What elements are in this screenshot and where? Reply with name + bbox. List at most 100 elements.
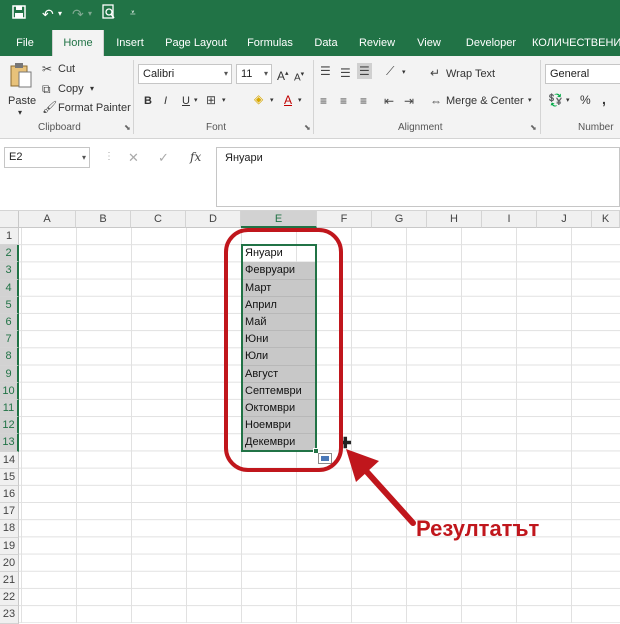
orientation-dropdown-icon[interactable]: ▾ — [402, 66, 406, 80]
merge-dropdown-icon[interactable]: ▾ — [528, 94, 532, 108]
column-header-h[interactable]: H — [427, 211, 482, 228]
increase-indent-icon[interactable]: ⇥ — [404, 94, 414, 108]
row-header[interactable]: 22 — [0, 589, 19, 607]
wrap-text-button[interactable]: Wrap Text — [446, 67, 495, 81]
copy-dropdown-icon[interactable]: ▾ — [90, 82, 94, 96]
row-header[interactable]: 23 — [0, 606, 19, 624]
row-header[interactable]: 18 — [0, 520, 19, 538]
row-header[interactable]: 6 — [0, 314, 19, 332]
undo-dropdown-icon[interactable]: ▾ — [58, 4, 62, 24]
table-cell[interactable]: Ноември — [242, 417, 317, 435]
auto-fill-options-button[interactable] — [318, 453, 332, 464]
format-painter-button[interactable]: Format Painter — [58, 101, 131, 115]
accounting-dropdown-icon[interactable]: ▾ — [566, 94, 570, 108]
align-top-icon[interactable]: ☰ — [320, 64, 331, 78]
tab-home[interactable]: Home — [52, 30, 104, 56]
cut-button[interactable]: Cut — [58, 62, 75, 76]
column-header-a[interactable]: A — [19, 211, 76, 228]
tab-formulas[interactable]: Formulas — [242, 30, 298, 56]
wrap-text-icon[interactable]: ↵ — [430, 66, 440, 80]
tab-data[interactable]: Data — [308, 30, 344, 56]
row-header[interactable]: 15 — [0, 468, 19, 486]
row-header[interactable]: 1 — [0, 228, 19, 246]
table-cell[interactable]: Юли — [242, 348, 317, 366]
table-cell[interactable]: Август — [242, 365, 317, 383]
fill-color-dropdown-icon[interactable]: ▾ — [270, 94, 274, 108]
cancel-button[interactable]: ✕ — [128, 150, 139, 166]
font-color-button[interactable]: A — [284, 93, 292, 107]
copy-icon[interactable]: ⧉ — [42, 82, 51, 96]
row-header[interactable]: 11 — [0, 400, 19, 418]
tab-page-layout[interactable]: Page Layout — [160, 30, 232, 56]
table-cell[interactable]: Март — [242, 279, 317, 297]
insert-function-button[interactable]: fx — [190, 150, 201, 164]
column-header-i[interactable]: I — [482, 211, 537, 228]
tab-developer[interactable]: Developer — [458, 30, 524, 56]
row-header[interactable]: 2 — [0, 245, 19, 263]
row-header[interactable]: 3 — [0, 262, 19, 280]
number-format-select[interactable]: General — [545, 64, 620, 84]
alignment-launcher-icon[interactable]: ⬊ — [530, 123, 537, 132]
merge-center-icon[interactable]: ⇔ — [430, 94, 442, 108]
table-cell[interactable]: Юни — [242, 331, 317, 349]
align-bottom-icon[interactable]: ☰ — [357, 63, 372, 79]
paste-button[interactable]: Paste ▾ — [6, 60, 36, 117]
formula-input[interactable]: Януари — [216, 147, 620, 207]
row-header[interactable]: 16 — [0, 486, 19, 504]
table-cell[interactable]: Април — [242, 296, 317, 314]
increase-font-size-button[interactable]: A▴ — [277, 67, 289, 83]
column-header-c[interactable]: C — [131, 211, 186, 228]
copy-button[interactable]: Copy — [58, 82, 84, 96]
column-header-e[interactable]: E — [241, 211, 317, 228]
column-header-k[interactable]: K — [592, 211, 620, 228]
row-header[interactable]: 21 — [0, 572, 19, 590]
row-header[interactable]: 13 — [0, 434, 19, 452]
align-right-icon[interactable]: ≡ — [360, 94, 367, 108]
active-cell[interactable]: Януари — [242, 245, 317, 262]
clipboard-launcher-icon[interactable]: ⬊ — [124, 123, 131, 132]
select-all-button[interactable] — [0, 211, 19, 228]
table-cell[interactable]: Октомври — [242, 400, 317, 418]
column-header-f[interactable]: F — [317, 211, 372, 228]
underline-button[interactable]: U — [182, 94, 190, 108]
align-left-icon[interactable]: ≡ — [320, 94, 327, 108]
tab-review[interactable]: Review — [354, 30, 400, 56]
italic-button[interactable]: I — [164, 94, 167, 108]
decrease-font-size-button[interactable]: A▾ — [294, 68, 304, 85]
comma-style-button[interactable]: , — [602, 92, 606, 106]
table-cell[interactable]: Септември — [242, 382, 317, 400]
row-header[interactable]: 7 — [0, 331, 19, 349]
font-color-dropdown-icon[interactable]: ▾ — [298, 94, 302, 108]
table-cell[interactable]: Май — [242, 314, 317, 332]
row-header[interactable]: 8 — [0, 348, 19, 366]
row-header[interactable]: 14 — [0, 451, 19, 469]
column-header-b[interactable]: B — [76, 211, 131, 228]
print-preview-icon[interactable] — [102, 4, 116, 25]
row-header[interactable]: 12 — [0, 417, 19, 435]
accounting-format-icon[interactable]: 💱 — [548, 93, 563, 107]
cell-area[interactable] — [19, 228, 620, 623]
column-header-g[interactable]: G — [372, 211, 427, 228]
merge-center-button[interactable]: Merge & Center — [446, 94, 524, 108]
paste-dropdown-icon[interactable]: ▾ — [18, 106, 22, 120]
table-cell[interactable]: Февруари — [242, 262, 317, 280]
orientation-icon[interactable]: ⟋ — [386, 64, 394, 78]
decrease-indent-icon[interactable]: ⇤ — [384, 94, 394, 108]
row-header[interactable]: 19 — [0, 537, 19, 555]
align-middle-icon[interactable]: ☰ — [340, 66, 351, 80]
undo-icon[interactable]: ↶ — [42, 4, 54, 24]
font-name-select[interactable]: Calibri ▾ — [138, 64, 232, 84]
cut-icon[interactable]: ✂ — [42, 62, 52, 76]
name-box[interactable]: E2 ▾ — [4, 147, 90, 168]
row-header[interactable]: 5 — [0, 296, 19, 314]
borders-icon[interactable]: ⊞ — [206, 93, 216, 107]
column-header-j[interactable]: J — [537, 211, 592, 228]
table-cell[interactable]: Декември — [242, 434, 317, 452]
bold-button[interactable]: B — [144, 94, 152, 108]
font-launcher-icon[interactable]: ⬊ — [304, 123, 311, 132]
redo-icon[interactable]: ↷ — [72, 4, 84, 24]
row-header[interactable]: 10 — [0, 382, 19, 400]
row-header[interactable]: 17 — [0, 503, 19, 521]
borders-dropdown-icon[interactable]: ▾ — [222, 94, 226, 108]
tab-custom[interactable]: КОЛИЧЕСТВЕНИ — [532, 30, 620, 56]
